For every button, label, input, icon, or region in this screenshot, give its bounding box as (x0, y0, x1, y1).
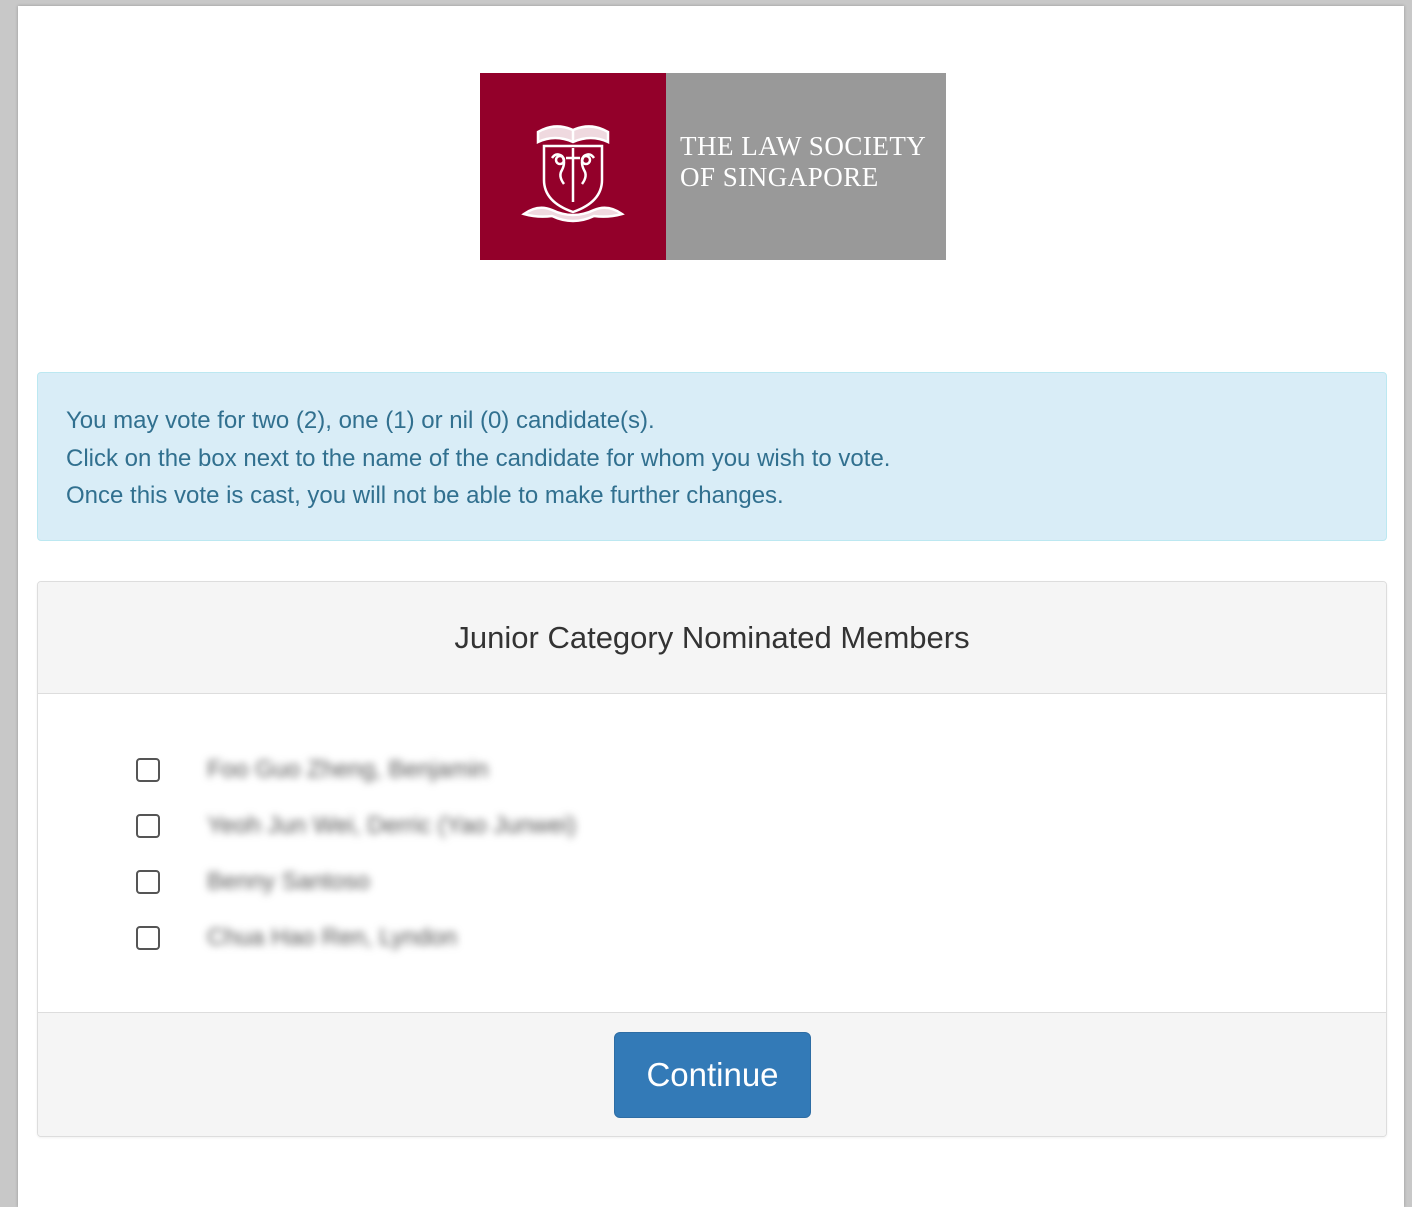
law-society-logo: THE LAW SOCIETY OF SINGAPORE (480, 73, 946, 260)
instruction-line-2: Click on the box next to the name of the… (66, 444, 891, 472)
candidate-checkbox[interactable] (136, 758, 160, 782)
law-society-crest-icon (480, 73, 666, 260)
candidate-name: Benny Santoso (207, 868, 370, 895)
logo-wordmark: THE LAW SOCIETY OF SINGAPORE (666, 73, 946, 260)
continue-button[interactable]: Continue (614, 1032, 811, 1118)
candidate-name: Foo Guo Zheng, Benjamin (207, 756, 489, 783)
candidate-checkbox[interactable] (136, 814, 160, 838)
logo-line-2: OF SINGAPORE (680, 161, 879, 192)
logo-line-1: THE LAW SOCIETY (680, 130, 927, 161)
panel-footer: Continue (38, 1012, 1386, 1136)
candidate-list: Foo Guo Zheng, Benjamin Yeoh Jun Wei, De… (38, 694, 1386, 1012)
candidate-name: Chua Hao Ren, Lyndon (207, 924, 457, 951)
candidate-item[interactable]: Chua Hao Ren, Lyndon (136, 923, 457, 953)
panel-title: Junior Category Nominated Members (38, 582, 1386, 694)
instruction-line-3: Once this vote is cast, you will not be … (66, 482, 784, 509)
candidate-name: Yeoh Jun Wei, Derric (Yao Junwei) (207, 812, 577, 839)
candidate-item[interactable]: Benny Santoso (136, 867, 370, 897)
voting-instructions-alert: You may vote for two (2), one (1) or nil… (37, 372, 1387, 541)
candidate-item[interactable]: Foo Guo Zheng, Benjamin (136, 755, 489, 785)
candidates-panel: Junior Category Nominated Members Foo Gu… (37, 581, 1387, 1137)
instruction-line-1: You may vote for two (2), one (1) or nil… (66, 407, 655, 434)
candidate-item[interactable]: Yeoh Jun Wei, Derric (Yao Junwei) (136, 811, 576, 841)
candidate-checkbox[interactable] (136, 926, 160, 950)
ballot-page: THE LAW SOCIETY OF SINGAPORE You may vot… (18, 6, 1404, 1207)
candidate-checkbox[interactable] (136, 870, 160, 894)
